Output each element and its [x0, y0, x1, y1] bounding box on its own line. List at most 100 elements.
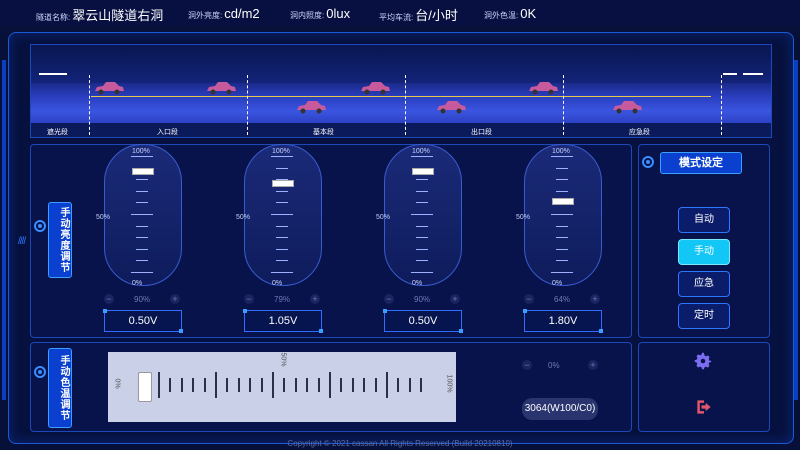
car-icon	[297, 101, 326, 114]
average-traffic: 平均车流: 台/小时	[379, 5, 458, 25]
brightness-slider-thumb[interactable]	[132, 167, 154, 175]
mode-emergency-button[interactable]: 应急	[678, 271, 730, 297]
right-edge-decoration	[794, 60, 798, 400]
outside-color-temp-label: 洞外色温:	[484, 11, 519, 20]
tunnel-name-value: 翠云山隧道右洞	[72, 8, 164, 23]
slider-tick	[411, 156, 433, 157]
color-temp-stepper: − 0% +	[522, 360, 598, 370]
gear-icon	[642, 156, 654, 168]
road	[31, 97, 771, 125]
slider-tick	[276, 167, 288, 169]
brightness-stepper: − 64% +	[524, 294, 600, 304]
outside-brightness-value: cd/m2	[224, 6, 260, 21]
color-temp-tick	[192, 378, 195, 392]
color-temp-level: 0%	[548, 361, 560, 370]
color-temp-label-100: 100%	[445, 374, 453, 393]
mode-auto-button[interactable]: 自动	[678, 207, 730, 233]
brightness-stepper: − 90% +	[104, 294, 180, 304]
logout-icon[interactable]	[694, 397, 714, 417]
slider-tick	[416, 260, 428, 262]
brightness-slider-thumb[interactable]	[272, 180, 294, 188]
color-temp-increase-button[interactable]: +	[588, 360, 598, 370]
zone-label-entrance: 入口段	[157, 129, 178, 136]
brightness-slider-track[interactable]	[244, 144, 322, 286]
zone-divider	[247, 75, 249, 135]
slider-tick	[136, 237, 148, 239]
outside-color-temp: 洞外色温: 0K	[484, 5, 536, 23]
slider-tick	[556, 248, 568, 250]
zone-divider	[89, 75, 91, 135]
tunnel-floor	[31, 123, 771, 137]
slider-tick	[556, 190, 568, 192]
voltage-readout: 0.50V	[103, 309, 183, 333]
slider-tick	[276, 190, 288, 192]
slider-tick	[551, 272, 573, 273]
slider-tick	[556, 237, 568, 239]
brightness-increase-button[interactable]: +	[450, 294, 460, 304]
color-temp-slider-thumb[interactable]	[138, 372, 152, 402]
color-temp-tick	[158, 372, 160, 398]
color-temp-tick	[249, 378, 252, 392]
slider-tick	[416, 237, 428, 239]
color-temp-tick	[272, 372, 274, 398]
zone-label-emergency: 应急段	[629, 129, 650, 136]
percent-label: 100%	[132, 148, 150, 155]
slider-tick	[411, 272, 433, 273]
brightness-increase-button[interactable]: +	[310, 294, 320, 304]
slider-tick	[271, 272, 293, 273]
brightness-level: 90%	[134, 295, 151, 304]
car-icon	[95, 82, 124, 95]
mode-manual-button[interactable]: 手动	[678, 239, 730, 265]
brightness-level: 90%	[414, 295, 431, 304]
lane-line	[91, 96, 711, 97]
brightness-slider-thumb[interactable]	[552, 197, 574, 205]
percent-label: 0%	[272, 280, 283, 287]
brightness-stepper: − 90% +	[384, 294, 460, 304]
color-temp-tick	[408, 378, 411, 392]
brightness-increase-button[interactable]: +	[170, 294, 180, 304]
brightness-decrease-button[interactable]: −	[104, 294, 114, 304]
tunnel-name: 隧道名称: 翠云山隧道右洞	[36, 5, 163, 25]
top-info-bar: 隧道名称: 翠云山隧道右洞 洞外亮度: cd/m2 洞内照度: 0lux 平均车流: 台…	[0, 0, 800, 26]
zone-divider	[405, 75, 407, 135]
color-temp-tick	[420, 378, 423, 392]
slider-tick	[556, 179, 568, 181]
brightness-slider-thumb[interactable]	[412, 167, 434, 175]
tunnel-view: 遮光段 入口段 基本段 出口段 应急段	[30, 44, 772, 138]
brightness-slider-track[interactable]	[104, 144, 182, 286]
color-temp-tick	[340, 378, 343, 392]
tunnel-exit-marker	[723, 73, 737, 75]
gear-icon[interactable]	[692, 350, 714, 372]
mode-timer-button[interactable]: 定时	[678, 303, 730, 329]
brightness-level: 64%	[554, 295, 571, 304]
brightness-increase-button[interactable]: +	[590, 294, 600, 304]
brightness-slider-track[interactable]	[384, 144, 462, 286]
brightness-decrease-button[interactable]: −	[384, 294, 394, 304]
slider-tick	[416, 202, 428, 204]
slider-tick	[131, 214, 153, 215]
tunnel-name-label: 隧道名称:	[36, 13, 71, 22]
brightness-stepper: − 79% +	[244, 294, 320, 304]
slider-tick	[556, 225, 568, 227]
percent-label: 0%	[552, 280, 563, 287]
copyright: Copyright © 2021 cassan All Rights Reser…	[287, 439, 513, 448]
color-temp-tick	[180, 378, 183, 392]
brightness-decrease-button[interactable]: −	[524, 294, 534, 304]
slash-decoration: ////	[18, 236, 26, 247]
tunnel-exit-marker-2	[743, 73, 763, 75]
percent-label: 50%	[236, 214, 251, 221]
brightness-decrease-button[interactable]: −	[244, 294, 254, 304]
color-temp-tick	[329, 372, 331, 398]
slider-tick	[136, 260, 148, 262]
brightness-slider-track[interactable]	[524, 144, 602, 286]
voltage-readout: 1.80V	[523, 309, 603, 333]
voltage-readout: 0.50V	[383, 309, 463, 333]
color-temp-tick	[351, 378, 354, 392]
slider-tick	[416, 248, 428, 250]
road-far-edge	[31, 83, 771, 97]
car-icon	[529, 82, 558, 95]
color-temp-decrease-button[interactable]: −	[522, 360, 532, 370]
zone-divider	[721, 75, 723, 135]
percent-label: 50%	[376, 214, 391, 221]
color-temp-tick	[260, 378, 263, 392]
